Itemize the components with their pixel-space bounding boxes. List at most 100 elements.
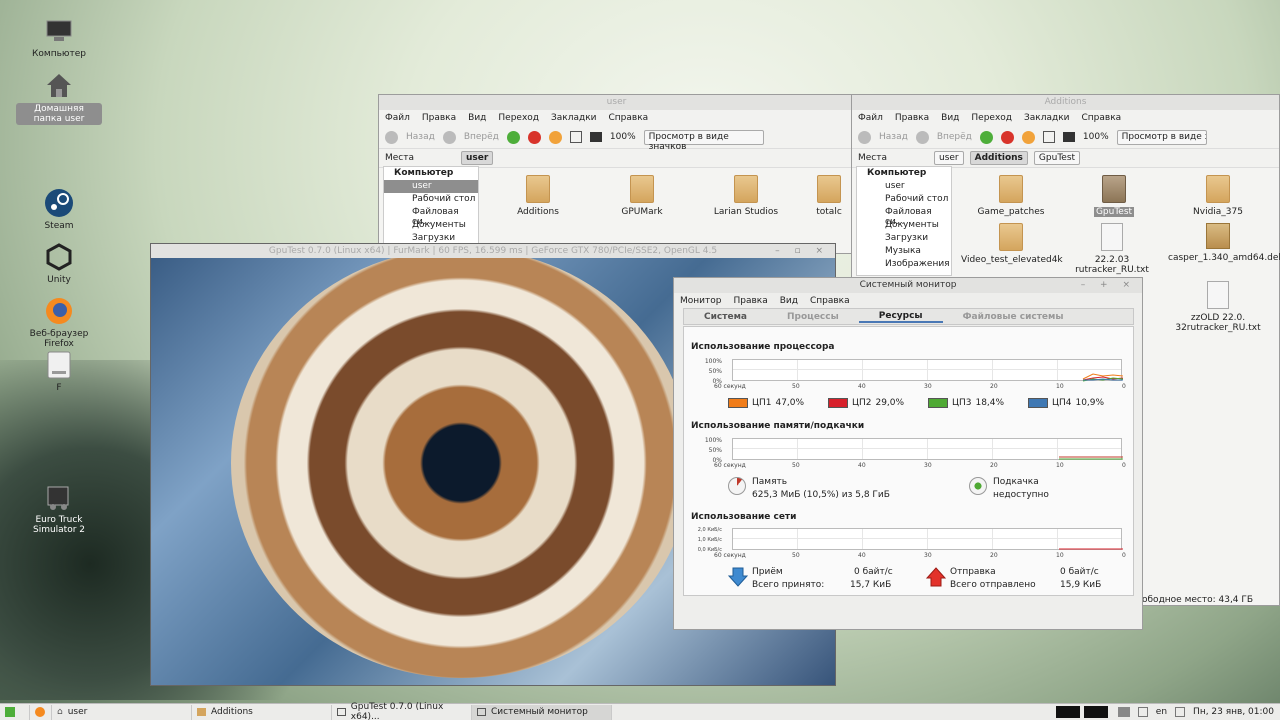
task-gputest[interactable]: GpuTest 0.7.0 (Linux x64)... <box>332 702 472 720</box>
menu-monitor[interactable]: Монитор <box>680 296 721 306</box>
tab-system[interactable]: Система <box>684 312 767 322</box>
menu-edit[interactable]: Правка <box>895 113 929 123</box>
x-tick: 0 <box>1122 462 1126 469</box>
cpu1-color-swatch[interactable] <box>728 398 748 408</box>
menu-help[interactable]: Справка <box>810 296 850 306</box>
places-select[interactable]: Места <box>858 153 928 163</box>
home-icon[interactable] <box>569 131 582 143</box>
sidebar-header-computer: Компьютер <box>867 168 927 178</box>
path-button-user[interactable]: user <box>461 151 494 165</box>
volume-icon[interactable] <box>1137 707 1148 717</box>
launcher-firefox[interactable] <box>30 704 52 720</box>
sidebar-item-downloads[interactable]: Загрузки <box>857 232 951 245</box>
sidebar-item-user[interactable]: user <box>384 180 478 193</box>
reload-icon[interactable] <box>548 130 562 144</box>
tab-processes[interactable]: Процессы <box>767 312 859 322</box>
net-monitor-applet[interactable] <box>1083 706 1108 718</box>
desktop-icon-steam[interactable]: Steam <box>16 188 102 231</box>
forward-button[interactable]: Вперёд <box>937 132 972 142</box>
window-titlebar[interactable]: Системный монитор – + × <box>674 278 1142 293</box>
sidebar-item-documents[interactable]: Документы <box>857 219 951 232</box>
desktop-icon-computer[interactable]: Компьютер <box>16 16 102 59</box>
back-button[interactable]: Назад <box>406 132 435 142</box>
computer-icon[interactable] <box>1062 132 1075 142</box>
reload-icon[interactable] <box>1021 130 1035 144</box>
desktop-icon-drive[interactable]: F <box>16 350 102 393</box>
unity-icon <box>43 242 75 272</box>
window-titlebar[interactable]: GpuTest 0.7.0 (Linux x64) | FurMark | 60… <box>151 244 835 258</box>
memory-section-title: Использование памяти/подкачки <box>691 421 865 431</box>
computer-icon[interactable] <box>589 132 602 142</box>
file-item[interactable]: Video_test_elevated4k <box>961 223 1063 265</box>
menu-help[interactable]: Справка <box>1082 113 1122 123</box>
file-item[interactable]: GpuTest <box>1069 175 1159 217</box>
file-item[interactable]: Nvidia_375 <box>1173 175 1263 217</box>
menu-bookmarks[interactable]: Закладки <box>551 113 597 123</box>
desktop-icon-home[interactable]: Домашняя папка user <box>16 70 102 125</box>
menu-file[interactable]: Файл <box>858 113 883 123</box>
sidebar-item-music[interactable]: Музыка <box>857 245 951 258</box>
start-menu-button[interactable] <box>0 704 30 720</box>
cpu-monitor-applet[interactable] <box>1055 706 1080 718</box>
sidebar-item-pictures[interactable]: Изображения <box>857 258 951 271</box>
desktop-icon-ets2[interactable]: Euro Truck Simulator 2 <box>16 482 102 535</box>
window-controls[interactable]: – + × <box>1081 278 1136 293</box>
home-icon[interactable] <box>1042 131 1055 143</box>
file-item[interactable]: 22.2.03 rutracker_RU.txt <box>1067 223 1157 275</box>
path-button-user[interactable]: user <box>934 151 964 165</box>
sidebar-item-desktop[interactable]: Рабочий стол <box>384 193 478 206</box>
network-icon[interactable] <box>1117 707 1130 717</box>
menu-view[interactable]: Вид <box>780 296 798 306</box>
menu-help[interactable]: Справка <box>609 113 649 123</box>
menu-bookmarks[interactable]: Закладки <box>1024 113 1070 123</box>
menu-go[interactable]: Переход <box>971 113 1012 123</box>
forward-button[interactable]: Вперёд <box>464 132 499 142</box>
file-item[interactable]: totalc <box>804 175 854 217</box>
desktop-icon-firefox[interactable]: Веб-браузер Firefox <box>16 296 102 349</box>
tab-filesystems[interactable]: Файловые системы <box>943 312 1084 322</box>
file-item[interactable]: casper_1.340_amd64.deb <box>1168 223 1280 263</box>
tab-resources[interactable]: Ресурсы <box>858 311 943 323</box>
menu-view[interactable]: Вид <box>941 113 959 123</box>
path-button-gputest[interactable]: GpuTest <box>1033 151 1081 165</box>
view-mode-select[interactable]: Просмотр в виде значков <box>1116 129 1207 145</box>
up-icon[interactable] <box>506 130 520 144</box>
up-icon[interactable] <box>979 130 993 144</box>
file-item[interactable]: Larian Studios <box>701 175 791 217</box>
cpu2-color-swatch[interactable] <box>828 398 848 408</box>
task-system-monitor[interactable]: Системный монитор <box>472 704 612 720</box>
cpu3-color-swatch[interactable] <box>928 398 948 408</box>
screenshot-icon[interactable] <box>1175 707 1186 717</box>
sidebar-item-desktop[interactable]: Рабочий стол <box>857 193 951 206</box>
back-button[interactable]: Назад <box>879 132 908 142</box>
file-item[interactable]: Game_patches <box>966 175 1056 217</box>
sidebar-item-filesystem[interactable]: Файловая си... <box>384 206 478 227</box>
menu-file[interactable]: Файл <box>385 113 410 123</box>
task-additions[interactable]: Additions <box>192 704 332 720</box>
menu-edit[interactable]: Правка <box>422 113 456 123</box>
window-title: Additions <box>1044 97 1087 107</box>
window-titlebar[interactable]: Additions <box>852 95 1279 110</box>
sidebar-item-documents[interactable]: Документы <box>384 219 478 232</box>
menu-view[interactable]: Вид <box>468 113 486 123</box>
stop-icon[interactable] <box>1000 130 1014 144</box>
file-item[interactable]: zzOLD 22.0. 32rutracker_RU.txt <box>1173 281 1263 333</box>
places-select[interactable]: Места <box>385 153 455 163</box>
keyboard-layout[interactable]: en <box>1156 707 1167 717</box>
file-item[interactable]: GPUMark <box>597 175 687 217</box>
stop-icon[interactable] <box>527 130 541 144</box>
clock[interactable]: Пн, 23 янв, 01:00 <box>1193 707 1274 717</box>
cpu4-color-swatch[interactable] <box>1028 398 1048 408</box>
path-button-additions[interactable]: Additions <box>969 151 1028 165</box>
window-titlebar[interactable]: user <box>379 95 854 110</box>
desktop-icon-unity[interactable]: Unity <box>16 242 102 285</box>
file-item[interactable]: Additions <box>493 175 583 217</box>
window-controls[interactable]: – ▫ × <box>775 244 829 258</box>
view-mode-select[interactable]: Просмотр в виде значков <box>643 129 764 152</box>
menu-edit[interactable]: Правка <box>733 296 767 306</box>
menu-go[interactable]: Переход <box>498 113 539 123</box>
network-x-axis: 60 секунд 50 40 30 20 10 0 <box>714 552 1126 560</box>
sidebar-item-filesystem[interactable]: Файловая си... <box>857 206 951 227</box>
sidebar-item-user[interactable]: user <box>857 180 951 193</box>
task-user[interactable]: ⌂ user <box>52 704 192 720</box>
